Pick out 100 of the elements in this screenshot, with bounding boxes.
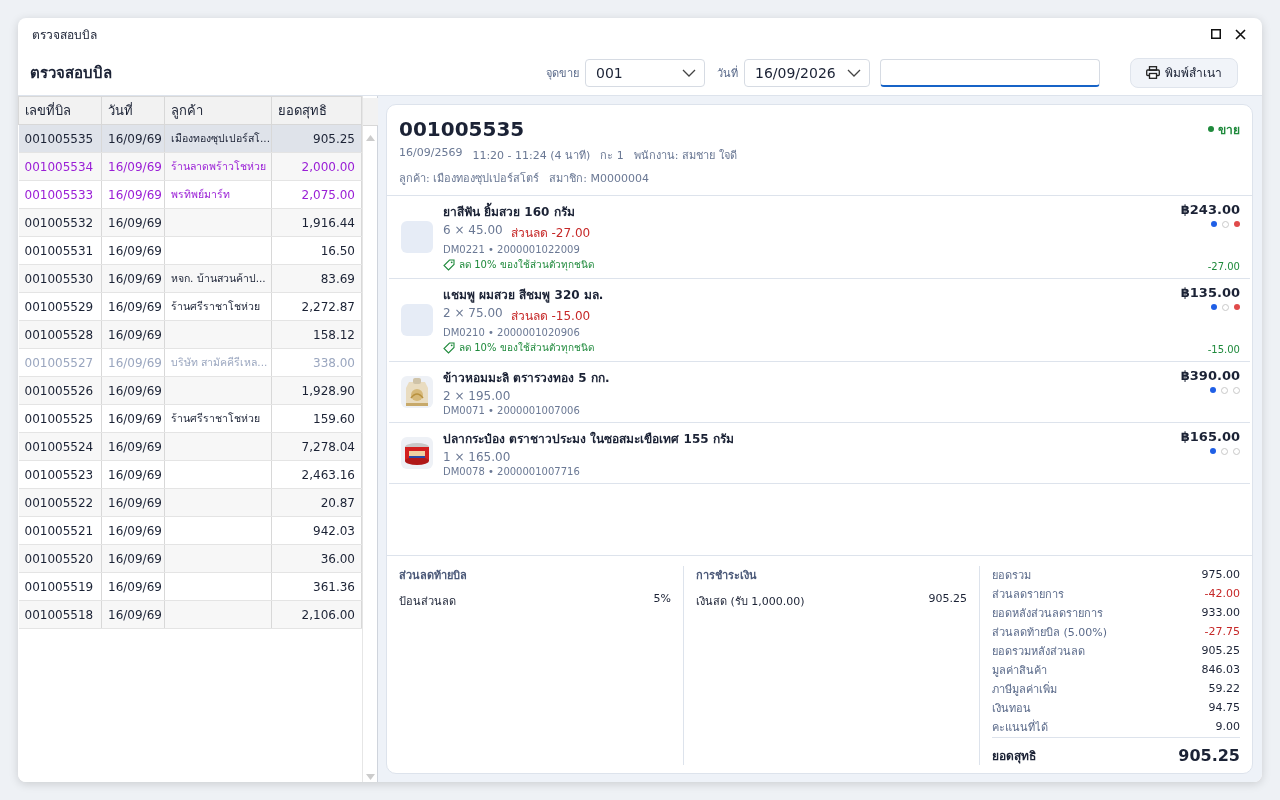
promotion-name: ลด 10% ของใช้ส่วนตัวทุกชนิด (459, 258, 594, 272)
table-cell: 001005531 (18, 236, 102, 265)
column-header[interactable]: เลขที่บิล (18, 96, 102, 125)
product-name: ปลากระป๋อง ตราชาวประมง ในซอสมะเขือเทศ 155 กรัม (443, 430, 735, 448)
table-cell: 338.00 (271, 348, 362, 377)
total-value: 975.00 (1201, 568, 1240, 581)
table-cell: 16/09/69 (101, 292, 165, 321)
table-cell: 001005535 (18, 124, 102, 153)
table-cell: พรทิพย์มาร์ท (164, 180, 272, 209)
total-label: ยอดหลังส่วนลดรายการ (992, 605, 1103, 622)
table-cell: 158.12 (271, 320, 362, 349)
total-label: มูลค่าสินค้า (992, 662, 1047, 679)
table-cell: 83.69 (271, 264, 362, 293)
table-cell: 16/09/69 (101, 376, 165, 405)
total-label: ส่วนลดรายการ (992, 586, 1064, 603)
table-cell: 001005534 (18, 152, 102, 181)
page-title: ตรวจสอบบิล (30, 62, 113, 84)
table-cell: ร้านลาดพร้าวโชห่วย (164, 152, 272, 181)
product-name: ข้าวหอมมะลิ ตรารวงทอง 5 กก. (443, 370, 611, 387)
table-cell: 16/09/69 (101, 208, 165, 237)
table-cell: 001005532 (18, 208, 102, 237)
table-cell: 16/09/69 (101, 264, 165, 293)
net-total-label: ยอดสุทธิ (992, 748, 1036, 765)
total-label: เงินทอน (992, 700, 1031, 717)
column-header[interactable]: ยอดสุทธิ (271, 96, 362, 125)
table-cell: 2,106.00 (271, 600, 362, 629)
search-field[interactable] (880, 58, 1100, 87)
table-cell: 1,916.44 (271, 208, 362, 237)
table-cell: 001005520 (18, 544, 102, 573)
total-value: 846.03 (1201, 663, 1240, 676)
product-code: DM0071 • 2000001007006 (443, 405, 581, 416)
summary-value: 905.25 (928, 592, 967, 607)
summary-label: เงินสด (รับ 1,000.00) (696, 594, 805, 610)
table-cell: ร้านศรีราชาโชห่วย (164, 404, 272, 433)
total-value: -27.75 (1204, 625, 1240, 638)
item-amount: ฿135.00 (1180, 285, 1240, 300)
bill-info: สมาชิก: M0000004 (549, 171, 649, 187)
table-cell: 16/09/69 (101, 516, 165, 545)
table-cell: 942.03 (271, 516, 362, 545)
table-cell: 16/09/69 (101, 488, 165, 517)
total-value: 933.00 (1201, 606, 1240, 619)
table-cell: 16/09/69 (101, 404, 165, 433)
bill-info: 16/09/2569 (399, 146, 463, 161)
total-label: ยอดรวมหลังส่วนลด (992, 643, 1085, 660)
total-value: 59.22 (1208, 682, 1240, 695)
product-code: DM0221 • 2000001022009 (443, 244, 581, 255)
summary-label: ป้อนส่วนลด (399, 594, 456, 610)
total-value: 905.25 (1201, 644, 1240, 657)
table-cell: 16/09/69 (101, 152, 165, 181)
table-cell: 001005526 (18, 376, 102, 405)
window-title: ตรวจสอบบิล (32, 26, 98, 44)
column-header[interactable]: วันที่ (101, 96, 165, 125)
table-cell: 001005522 (18, 488, 102, 517)
field-label: วันที่ (717, 64, 738, 82)
date-picker[interactable]: 16/09/2026 (744, 58, 870, 87)
table-cell: 001005524 (18, 432, 102, 461)
print-copy-button[interactable]: พิมพ์สำเนา (1130, 57, 1238, 88)
table-cell: 16/09/69 (101, 544, 165, 573)
maximize-icon (1211, 29, 1221, 39)
table-cell: 7,278.04 (271, 432, 362, 461)
table-cell: 20.87 (271, 488, 362, 517)
quantity-price: 2 × 195.00 (443, 389, 511, 403)
total-value: 9.00 (1215, 720, 1240, 733)
table-cell: 36.00 (271, 544, 362, 573)
table-cell: 001005533 (18, 180, 102, 209)
terminal-dropdown[interactable]: 001 (585, 58, 705, 87)
table-cell: 16/09/69 (101, 348, 165, 377)
table-cell: 2,463.16 (271, 460, 362, 489)
item-amount: ฿165.00 (1180, 429, 1240, 444)
bill-status: ขาย (1218, 121, 1240, 139)
table-cell: 2,000.00 (271, 152, 362, 181)
item-amount: ฿243.00 (1180, 202, 1240, 217)
item-amount: ฿390.00 (1180, 368, 1240, 383)
table-cell: 905.25 (271, 124, 362, 153)
product-code: DM0078 • 2000001007716 (443, 466, 581, 477)
tag-icon (443, 341, 455, 354)
total-label: ส่วนลดท้ายบิล (5.00%) (992, 624, 1108, 641)
chevron-down-icon (847, 68, 861, 77)
field-label: จุดขาย (546, 65, 579, 82)
table-cell: 16/09/69 (101, 180, 165, 209)
summary-value: 5% (653, 592, 671, 607)
bill-number: 001005535 (399, 117, 525, 141)
table-cell: 361.36 (271, 572, 362, 601)
promotion-amount: -27.00 (1207, 261, 1240, 272)
section-title: ส่วนลดท้ายบิล (399, 568, 468, 584)
quantity-price: 1 × 165.00 (443, 450, 511, 464)
total-label: ยอดรวม (992, 567, 1031, 584)
table-cell: 16/09/69 (101, 236, 165, 265)
promotion-name: ลด 10% ของใช้ส่วนตัวทุกชนิด (459, 341, 594, 355)
product-name: ยาสีฟัน ยิ้มสวย 160 กรัม (443, 202, 1171, 221)
column-header[interactable]: ลูกค้า (164, 96, 272, 125)
table-cell: 001005518 (18, 600, 102, 629)
table-cell: 001005525 (18, 404, 102, 433)
bill-info: 11:20 - 11:24 (4 นาที) (472, 148, 591, 164)
tag-icon (443, 258, 455, 271)
table-cell: 159.60 (271, 404, 362, 433)
table-cell: 16/09/69 (101, 320, 165, 349)
table-cell: 001005521 (18, 516, 102, 545)
table-cell: 2,075.00 (271, 180, 362, 209)
table-cell: 16/09/69 (101, 432, 165, 461)
